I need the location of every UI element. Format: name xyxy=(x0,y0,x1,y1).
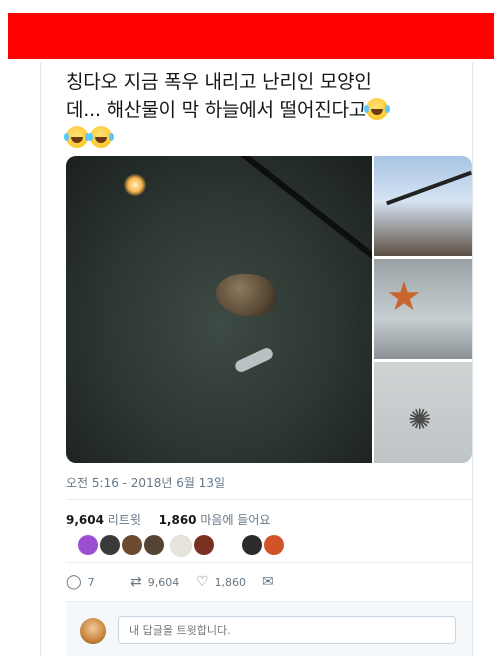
starfish-icon: ★ xyxy=(386,274,422,320)
user-avatar[interactable] xyxy=(80,618,106,644)
tears-of-joy-icon xyxy=(64,126,90,148)
liker-avatar[interactable] xyxy=(170,535,192,557)
liker-avatar[interactable] xyxy=(78,535,98,555)
retweet-button[interactable]: ⇄ 9,604 xyxy=(130,574,179,590)
likes-count[interactable]: 1,860 xyxy=(159,513,197,527)
tweet-stats: 9,604 리트윗 1,860 마음에 들어요 xyxy=(66,511,270,528)
liker-avatar[interactable] xyxy=(122,535,142,555)
tears-of-joy-icon xyxy=(364,98,391,120)
tweet-timestamp[interactable]: 오전 5:16 - 2018년 6월 13일 xyxy=(66,474,225,491)
retweets-label[interactable]: 리트윗 xyxy=(108,513,141,527)
timeline-border-left xyxy=(40,62,41,655)
octopus-icon: ✺ xyxy=(408,403,432,436)
envelope-icon: ✉ xyxy=(262,574,274,590)
retweet-count: 9,604 xyxy=(147,575,180,589)
reply-input[interactable] xyxy=(118,616,456,644)
redacted-banner xyxy=(8,13,494,59)
like-button[interactable]: ♡ 1,860 xyxy=(196,574,246,590)
liker-avatar[interactable] xyxy=(194,535,214,555)
tweet-text-line1: 칭다오 지금 폭우 내리고 난리인 모양인 xyxy=(66,71,372,93)
tweet-text: 칭다오 지금 폭우 내리고 난리인 모양인 데... 해산물이 막 하늘에서 떨… xyxy=(64,68,476,152)
tweet-media-grid: ★ ✺ xyxy=(66,156,472,463)
reply-icon: ◯ xyxy=(66,574,82,590)
reply-composer xyxy=(66,601,472,656)
heart-icon: ♡ xyxy=(196,574,209,590)
tweet-emoji-line xyxy=(64,124,476,152)
reply-button[interactable]: ◯ 7 xyxy=(66,574,95,590)
like-count: 1,860 xyxy=(214,575,247,589)
media-photo-starfish[interactable]: ★ xyxy=(374,259,472,359)
retweet-icon: ⇄ xyxy=(130,574,142,590)
media-photo-street-pole[interactable] xyxy=(374,156,472,256)
tweet-text-line2-wrap: 데... 해산물이 막 하늘에서 떨어진다고 xyxy=(66,96,476,124)
liker-avatar[interactable] xyxy=(242,535,262,555)
message-button[interactable]: ✉ xyxy=(262,574,274,590)
divider xyxy=(66,562,472,563)
reply-count: 7 xyxy=(87,575,95,589)
liker-avatar[interactable] xyxy=(264,535,284,555)
tears-of-joy-icon xyxy=(88,126,114,148)
retweets-count[interactable]: 9,604 xyxy=(66,513,104,527)
liker-avatar[interactable] xyxy=(144,535,164,555)
likes-label[interactable]: 마음에 들어요 xyxy=(200,513,270,527)
tweet-text-line2: 데... 해산물이 막 하늘에서 떨어진다고 xyxy=(66,99,367,121)
media-photo-windshield-rock[interactable] xyxy=(66,156,372,463)
divider xyxy=(66,499,472,500)
media-photo-octopus[interactable]: ✺ xyxy=(374,362,472,463)
liker-avatar[interactable] xyxy=(100,535,120,555)
